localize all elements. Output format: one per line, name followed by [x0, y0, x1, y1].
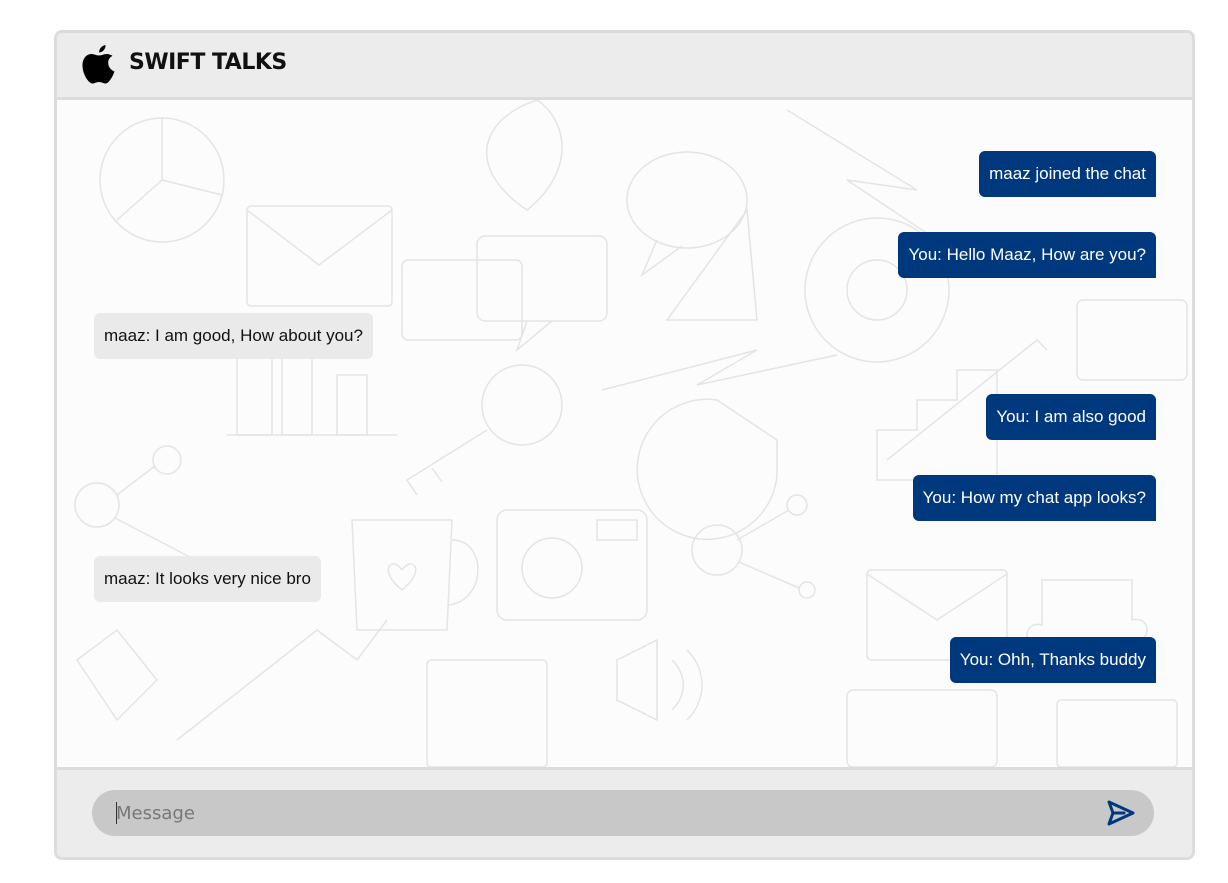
- message-input[interactable]: [116, 790, 1076, 836]
- message-bubble-outgoing: maaz joined the chat: [979, 151, 1156, 197]
- apple-logo-icon: [82, 45, 115, 84]
- message-bubble-incoming: maaz: It looks very nice bro: [94, 556, 321, 602]
- chat-window: SWIFT TALKS maaz joined the chat You: He…: [54, 30, 1195, 860]
- composer-bar: [57, 767, 1192, 857]
- message-bubble-outgoing: You: Hello Maaz, How are you?: [898, 232, 1156, 278]
- message-list[interactable]: maaz joined the chat You: Hello Maaz, Ho…: [57, 100, 1192, 767]
- message-bubble-outgoing: You: Ohh, Thanks buddy: [949, 637, 1156, 683]
- chat-header: SWIFT TALKS: [57, 33, 1192, 100]
- app-title: SWIFT TALKS: [129, 50, 287, 75]
- text-caret: [116, 802, 117, 824]
- message-input-container[interactable]: [92, 790, 1154, 836]
- message-bubble-incoming: maaz: I am good, How about you?: [94, 313, 373, 359]
- message-bubble-outgoing: You: I am also good: [986, 394, 1156, 440]
- send-icon[interactable]: [1106, 799, 1136, 827]
- message-bubble-outgoing: You: How my chat app looks?: [912, 475, 1156, 521]
